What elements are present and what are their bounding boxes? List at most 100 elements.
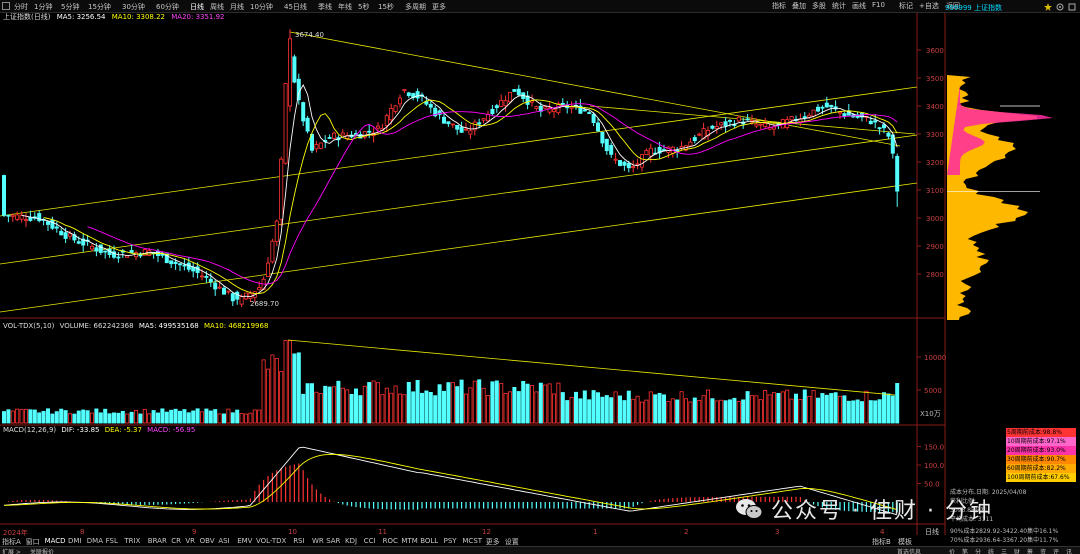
indicator-tab[interactable]: MCST [462,537,482,545]
candle-body [283,83,288,164]
indicator-tab[interactable]: PSY [444,537,457,545]
info-tab[interactable]: 统 [988,547,994,554]
indicator-tab[interactable]: BRAR [148,537,167,545]
volume-bar [728,399,733,424]
high-label: 3674.40 [295,31,324,39]
volume-bar [741,399,746,424]
candle-body [221,287,226,295]
indicator-tab[interactable]: WR [312,537,324,545]
volume-bar [177,410,182,424]
period-tab[interactable]: 日线 [190,2,204,12]
candle-body [719,122,724,126]
menu-icon[interactable] [2,2,10,10]
info-tab[interactable]: 讯 [1066,547,1072,554]
indicator-tab[interactable]: EMV [237,537,252,545]
info-tab[interactable]: 分 [975,547,981,554]
indicator-tab[interactable]: MTM [401,537,417,545]
cost-70: 70%成本2936.64-3367.20集中11.7% [950,537,1059,544]
toolbar-button[interactable]: F10 [872,1,885,9]
volume-bar [463,393,468,424]
volume-bar [895,382,900,424]
indicator-tab[interactable]: BOLL [420,537,438,545]
period-tab[interactable]: 年线 [338,2,352,12]
bottom-tab[interactable]: 关联报价 [30,547,54,554]
indicator-tab[interactable]: CCI [364,537,376,545]
period-tab[interactable]: 15秒 [378,2,394,12]
expand-icon[interactable] [1068,3,1076,11]
candle-body [886,132,891,137]
toolbar-button[interactable]: 叠加 [792,1,806,11]
period-tab[interactable]: 10分钟 [250,2,273,12]
info-tab[interactable]: 资 [1040,547,1046,554]
period-tab[interactable]: 60分钟 [156,2,179,12]
period-tab[interactable]: 多周期 [405,2,426,12]
candle-body [618,160,623,166]
indicator-tab[interactable]: RSI [293,537,304,545]
indicator-tab[interactable]: CR [171,537,181,545]
indicator-tab[interactable]: ROC [383,537,398,545]
indicator-tab[interactable]: FSL [106,537,118,545]
toolbar-button[interactable]: 统计 [832,1,846,11]
toolbar-button[interactable]: 标记 [899,1,913,11]
candle-body [842,113,847,117]
indicator-tab[interactable]: DMI [68,537,82,545]
volume-bar [653,394,658,424]
period-tab[interactable]: 45日线 [284,2,307,12]
volume-bar [767,394,772,424]
volume-bar [890,395,895,424]
indicator-tab[interactable]: MACD [45,537,66,545]
volume-bar [763,390,768,424]
info-tab[interactable]: 评 [1053,547,1059,554]
volume-bar [873,400,878,424]
bottom-tab[interactable]: 扩展 > [2,547,21,554]
info-tab[interactable]: 首选信息 [897,547,921,554]
info-tab[interactable]: 筹 [1027,547,1033,554]
candle-body [824,102,829,108]
info-tab[interactable]: 财 [1014,547,1020,554]
period-tab[interactable]: 1分钟 [34,2,52,12]
period-tab[interactable]: 月线 [230,2,244,12]
period-tab[interactable]: 更多 [432,2,446,12]
period-tab[interactable]: 5秒 [358,2,369,12]
toolbar-button[interactable]: 指标 [772,1,786,11]
period-tab[interactable]: 季线 [318,2,332,12]
star-icon[interactable] [1044,3,1052,11]
tab-daily[interactable]: 日线 [925,527,939,537]
period-tab[interactable]: 30分钟 [122,2,145,12]
chart-area[interactable]: 3600 3500 3400 3300 3200 3100 3000 2900 2800 1000… [0,13,1080,536]
indicator-tab[interactable]: KDJ [345,537,357,545]
toolbar-button[interactable]: 画线 [852,1,866,11]
volume-bar [714,400,719,424]
price-axis-label: 3600 [926,47,944,55]
period-tab[interactable]: 15分钟 [88,2,111,12]
info-tab[interactable]: 价 [949,547,955,554]
volume-bar [543,384,548,424]
info-tab[interactable]: 三 [1001,547,1007,554]
macd-title: MACD(12,26,9) [3,426,57,434]
volume-bar [644,399,649,424]
toolbar-button[interactable]: 多股 [812,1,826,11]
settings-icon[interactable] [1056,3,1064,11]
period-tab[interactable]: 分时 [14,2,28,12]
info-tab[interactable]: 笔 [962,547,968,554]
indicator-tab[interactable]: VR [185,537,195,545]
indicator-tab[interactable]: ASI [218,537,229,545]
indicator-tab[interactable]: TRIX [124,537,140,545]
indicator-tab[interactable]: OBV [200,537,215,545]
period-tab[interactable]: 周线 [210,2,224,12]
candle-body [838,111,843,114]
indicator-tab[interactable]: SAR [326,537,340,545]
volume-bar [169,409,174,424]
indicator-tab[interactable]: VOL-TDX [256,537,286,545]
indicator-tab[interactable]: DMA [87,537,103,545]
volume-bar [120,410,125,424]
volume-bar [507,391,512,424]
volume-bar [204,408,209,424]
period-tab[interactable]: 5分钟 [61,2,79,12]
ma5-line [21,84,898,298]
volume-bar [485,395,490,424]
candle-body [428,104,433,108]
candle-body [697,133,702,136]
volume-bar [640,401,645,424]
toolbar-button[interactable]: +自选 [919,1,939,11]
